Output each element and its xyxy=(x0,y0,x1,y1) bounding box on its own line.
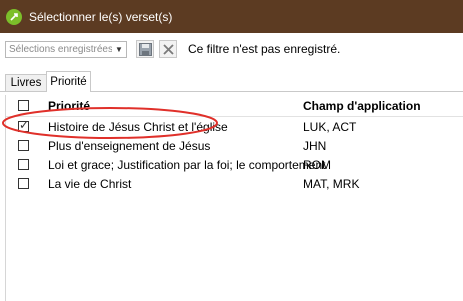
title-bar: Sélectionner le(s) verset(s) xyxy=(0,0,463,33)
tab-priorite[interactable]: Priorité xyxy=(46,71,91,92)
save-button[interactable] xyxy=(136,40,154,58)
filter-status-text: Ce filtre n'est pas enregistré. xyxy=(188,42,341,56)
row-checkbox[interactable]: ✓ xyxy=(18,118,30,132)
row-priority: Plus d'enseignement de Jésus xyxy=(48,139,211,153)
row-scope: ROM xyxy=(303,158,331,172)
close-icon xyxy=(162,43,174,55)
app-logo-icon xyxy=(6,8,22,25)
column-header-scope[interactable]: Champ d'application xyxy=(303,99,421,113)
row-scope: JHN xyxy=(303,139,327,153)
row-priority: Histoire de Jésus Christ et l'église xyxy=(48,120,228,134)
priority-grid: Priorité Champ d'application ✓ Histoire … xyxy=(5,95,463,301)
toolbar: Sélections enregistrées ▼ Ce filtre n'es… xyxy=(0,33,463,67)
saved-selections-dropdown[interactable]: Sélections enregistrées ▼ xyxy=(5,41,127,58)
row-checkbox[interactable] xyxy=(18,159,29,170)
row-checkbox[interactable] xyxy=(18,178,29,189)
saved-selections-placeholder: Sélections enregistrées xyxy=(9,44,112,55)
row-scope: LUK, ACT xyxy=(303,120,357,134)
table-row[interactable]: Plus d'enseignement de Jésus JHN xyxy=(6,136,463,155)
row-priority: La vie de Christ xyxy=(48,177,132,191)
table-row[interactable]: Loi et grace; Justification par la foi; … xyxy=(6,155,463,174)
clear-filter-button[interactable] xyxy=(159,40,177,58)
row-scope: MAT, MRK xyxy=(303,177,360,191)
select-all-checkbox[interactable] xyxy=(18,100,29,111)
column-header-priority[interactable]: Priorité xyxy=(48,99,90,113)
row-priority: Loi et grace; Justification par la foi; … xyxy=(48,158,326,172)
window-title: Sélectionner le(s) verset(s) xyxy=(29,9,173,24)
checkmark-icon: ✓ xyxy=(19,118,30,132)
tab-strip: Livres Priorité xyxy=(0,70,463,92)
row-checkbox[interactable] xyxy=(18,140,29,151)
table-row[interactable]: La vie de Christ MAT, MRK xyxy=(6,174,463,193)
chevron-down-icon: ▼ xyxy=(115,45,123,54)
floppy-disk-icon xyxy=(138,42,152,56)
tab-livres[interactable]: Livres xyxy=(5,74,47,91)
grid-header: Priorité Champ d'application xyxy=(6,95,463,117)
table-row[interactable]: ✓ Histoire de Jésus Christ et l'église L… xyxy=(6,117,463,136)
